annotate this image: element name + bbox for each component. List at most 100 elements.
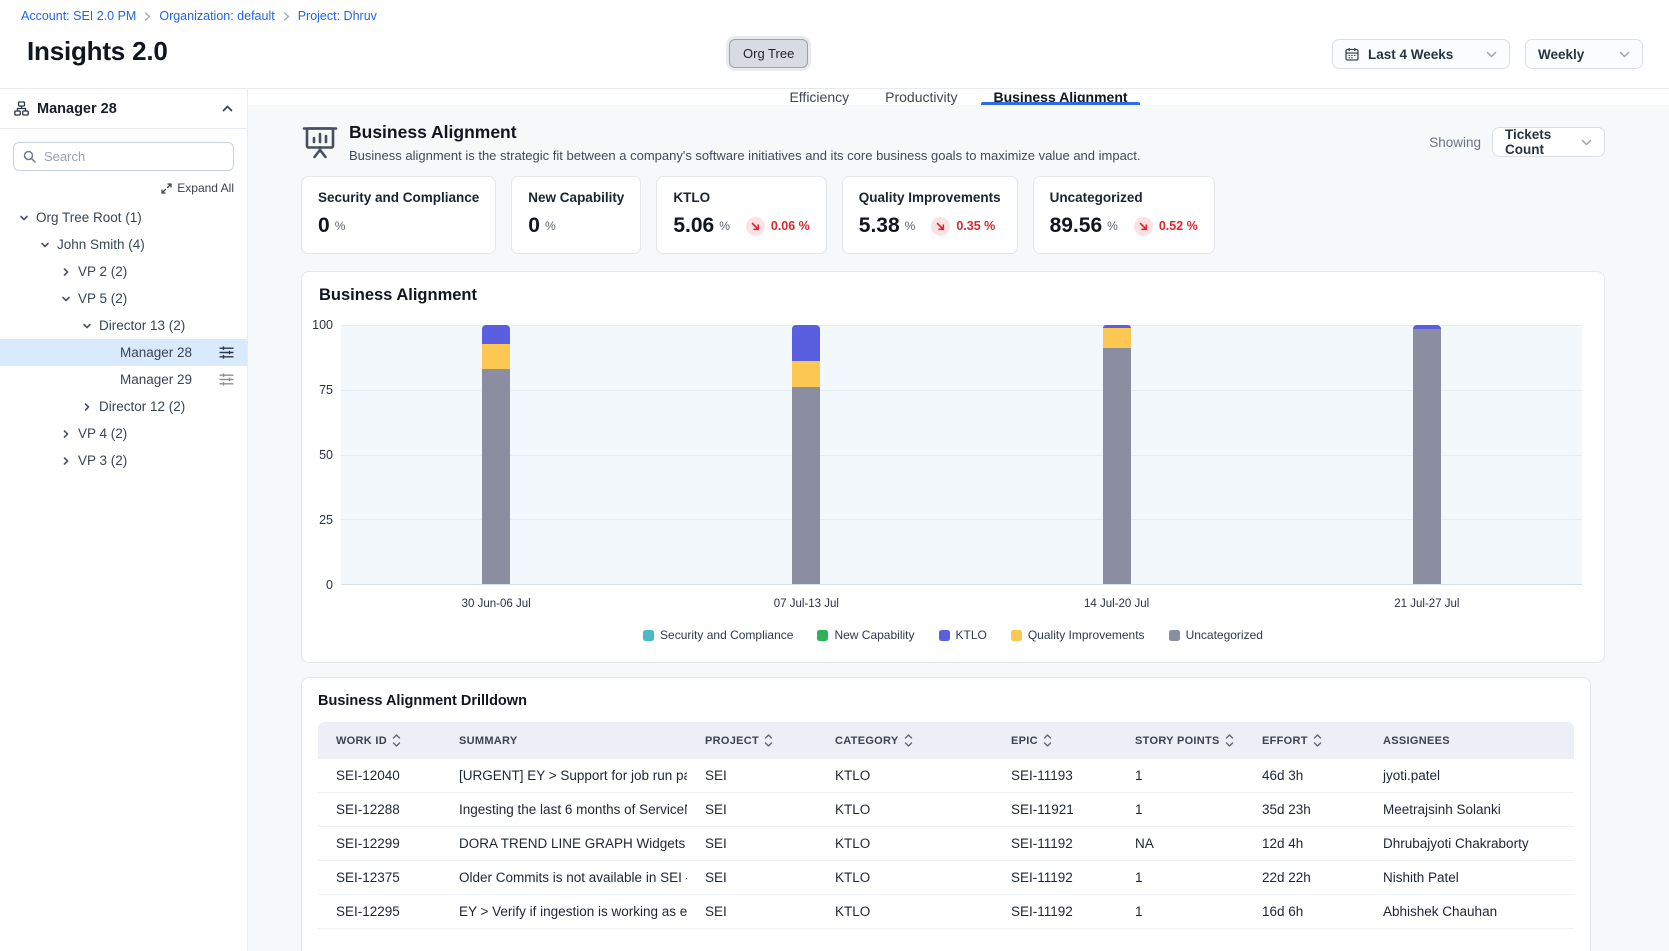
table-column-header[interactable]: ASSIGNEES — [1365, 735, 1574, 747]
cell-assignees: jyoti.patel — [1365, 768, 1574, 783]
breadcrumb-link[interactable]: Account: SEI 2.0 PM — [21, 9, 136, 23]
cell-summary: [URGENT] EY > Support for job run par... — [441, 768, 687, 783]
x-tick-label: 14 Jul-20 Jul — [962, 598, 1272, 610]
tab[interactable]: Productivity — [883, 89, 959, 105]
legend-label: Quality Improvements — [1028, 628, 1145, 642]
tree-item[interactable]: Director 13 (2) — [0, 312, 247, 339]
cell-assignees: Nishith Patel — [1365, 870, 1574, 885]
stacked-bar[interactable] — [792, 325, 820, 584]
cell-summary: Older Commits is not available in SEI - … — [441, 870, 687, 885]
kpi-delta-value: 0.06 % — [771, 219, 810, 233]
legend-item[interactable]: KTLO — [939, 628, 987, 642]
table-column-header[interactable]: SUMMARY — [441, 735, 687, 747]
sort-icon[interactable] — [904, 734, 913, 747]
table-column-header[interactable]: PROJECT — [687, 734, 817, 747]
tree-item[interactable]: John Smith (4) — [0, 231, 247, 258]
cell-category: KTLO — [817, 870, 993, 885]
tree-item[interactable]: VP 4 (2) — [0, 420, 247, 447]
cell-work-id: SEI-12299 — [318, 836, 441, 851]
tab[interactable]: Business Alignment — [991, 89, 1129, 105]
tree-item[interactable]: Org Tree Root (1) — [0, 204, 247, 231]
page-title: Insights 2.0 — [27, 36, 168, 67]
chevron-down-icon[interactable] — [82, 321, 92, 331]
table-row[interactable]: SEI-12299 DORA TREND LINE GRAPH Widgets … — [318, 827, 1574, 861]
section-description: Business alignment is the strategic fit … — [349, 148, 1141, 163]
legend-item[interactable]: Security and Compliance — [643, 628, 793, 642]
bar-segment — [1103, 328, 1131, 348]
table-column-header[interactable]: WORK ID — [318, 734, 441, 747]
legend-item[interactable]: Uncategorized — [1169, 628, 1263, 642]
cell-work-id: SEI-12295 — [318, 904, 441, 919]
legend-label: New Capability — [834, 628, 914, 642]
tab-label: Productivity — [885, 89, 957, 105]
expand-icon — [161, 183, 172, 194]
tree-item[interactable]: VP 3 (2) — [0, 447, 247, 474]
org-hierarchy-icon — [14, 101, 29, 116]
y-tick-label: 100 — [312, 318, 333, 332]
chevron-down-icon — [1619, 51, 1630, 58]
main-content: Efficiency Productivity Business Alignme… — [248, 89, 1669, 951]
tab[interactable]: Efficiency — [787, 89, 851, 105]
org-tree-button[interactable]: Org Tree — [729, 39, 808, 68]
table-row[interactable]: SEI-12295 EY > Verify if ingestion is wo… — [318, 895, 1574, 929]
cell-summary: DORA TREND LINE GRAPH Widgets is n... — [441, 836, 687, 851]
kpi-card-row: Security and Compliance 0 % New Capabili… — [301, 176, 1669, 254]
stacked-bar[interactable] — [482, 325, 510, 584]
chevron-right-icon[interactable] — [61, 456, 71, 466]
y-tick-label: 75 — [319, 383, 333, 397]
column-label: WORK ID — [336, 735, 387, 747]
chevron-right-icon[interactable] — [61, 429, 71, 439]
table-column-header[interactable]: CATEGORY — [817, 734, 993, 747]
expand-all-button[interactable]: Expand All — [13, 181, 234, 195]
expand-all-label: Expand All — [177, 181, 234, 195]
tab-label: Efficiency — [789, 89, 849, 105]
table-column-header[interactable]: EFFORT — [1244, 734, 1365, 747]
chevron-right-icon[interactable] — [61, 267, 71, 277]
stacked-bar[interactable] — [1103, 325, 1131, 584]
chevron-down-icon[interactable] — [40, 240, 50, 250]
bar-segment — [482, 325, 510, 344]
table-column-header[interactable]: STORY POINTS — [1117, 734, 1244, 747]
chevron-right-icon[interactable] — [82, 402, 92, 412]
chevron-down-icon[interactable] — [19, 213, 29, 223]
cell-epic: SEI-11192 — [993, 836, 1117, 851]
cell-category: KTLO — [817, 904, 993, 919]
cell-assignees: Meetrajsinh Solanki — [1365, 802, 1574, 817]
sort-icon[interactable] — [764, 734, 773, 747]
legend-swatch — [939, 630, 950, 641]
search-icon — [23, 150, 36, 163]
kpi-title: Uncategorized — [1050, 190, 1198, 205]
tree-item[interactable]: VP 5 (2) — [0, 285, 247, 312]
table-row[interactable]: SEI-12288 Ingesting the last 6 months of… — [318, 793, 1574, 827]
tree-item[interactable]: VP 2 (2) — [0, 258, 247, 285]
legend-item[interactable]: New Capability — [817, 628, 914, 642]
filter-sliders-icon[interactable] — [219, 373, 234, 386]
breadcrumb-link[interactable]: Project: Dhruv — [298, 9, 377, 23]
collapse-sidebar-chevron-up-icon[interactable] — [222, 105, 233, 112]
arrow-down-right-icon — [746, 217, 765, 236]
sort-icon[interactable] — [1313, 734, 1322, 747]
date-range-select[interactable]: Last 4 Weeks — [1332, 39, 1510, 69]
stacked-bar[interactable] — [1413, 325, 1441, 584]
tree-item[interactable]: Manager 29 — [0, 366, 247, 393]
metric-select[interactable]: Tickets Count — [1492, 127, 1605, 157]
filter-sliders-icon[interactable] — [219, 346, 234, 359]
tree-item[interactable]: Director 12 (2) — [0, 393, 247, 420]
interval-select[interactable]: Weekly — [1525, 39, 1643, 69]
legend-item[interactable]: Quality Improvements — [1011, 628, 1145, 642]
chart-y-axis: 0255075100 — [302, 325, 333, 585]
table-row[interactable]: SEI-12375 Older Commits is not available… — [318, 861, 1574, 895]
chevron-down-icon[interactable] — [61, 294, 71, 304]
table-row[interactable]: SEI-12040 [URGENT] EY > Support for job … — [318, 759, 1574, 793]
table-column-header[interactable]: EPIC — [993, 734, 1117, 747]
sort-icon[interactable] — [1225, 734, 1234, 747]
cell-epic: SEI-11192 — [993, 870, 1117, 885]
sort-icon[interactable] — [392, 734, 401, 747]
section-header: Business Alignment Business alignment is… — [301, 122, 1605, 163]
tree-item[interactable]: Manager 28 — [0, 339, 247, 366]
breadcrumb-link[interactable]: Organization: default — [159, 9, 274, 23]
kpi-value: 89.56 — [1050, 214, 1103, 238]
tree-item-label: Director 13 (2) — [99, 318, 185, 333]
sort-icon[interactable] — [1043, 734, 1052, 747]
search-input[interactable] — [44, 149, 224, 164]
